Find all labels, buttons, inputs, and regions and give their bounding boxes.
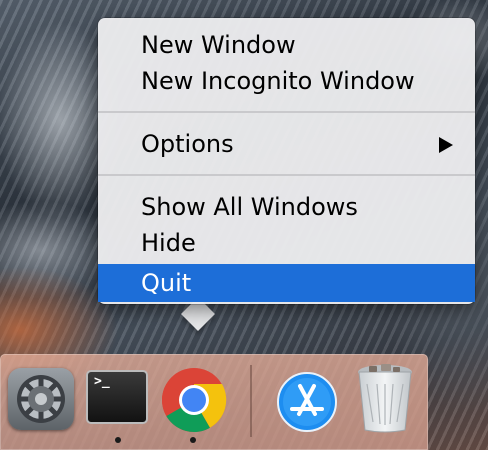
terminal-icon: >_ xyxy=(94,374,110,389)
chrome-icon xyxy=(162,368,227,432)
menu-item-hide[interactable]: Hide xyxy=(98,225,475,261)
dock-app-app-store[interactable] xyxy=(277,372,337,432)
trash-icon xyxy=(358,364,412,433)
menu-item-options-label: Options xyxy=(141,130,234,158)
chrome-dock-context-menu: New Window New Incognito Window Options … xyxy=(98,18,475,304)
running-indicator-chrome xyxy=(190,437,196,443)
dock-divider xyxy=(250,365,252,437)
dock-app-terminal[interactable]: >_ xyxy=(86,370,148,424)
dock-trash[interactable] xyxy=(355,362,415,434)
menu-item-new-incognito-window[interactable]: New Incognito Window xyxy=(98,63,475,99)
menu-item-show-all-windows[interactable]: Show All Windows xyxy=(98,189,475,225)
dock-app-system-preferences[interactable] xyxy=(8,368,74,430)
dock-app-google-chrome[interactable] xyxy=(160,366,228,434)
menu-separator xyxy=(98,174,475,176)
menu-item-quit[interactable]: Quit xyxy=(98,264,475,302)
gear-icon xyxy=(17,375,65,423)
menu-item-new-window[interactable]: New Window xyxy=(98,27,475,63)
running-indicator-terminal xyxy=(115,437,121,443)
menu-item-options[interactable]: Options xyxy=(98,126,475,162)
submenu-arrow-icon xyxy=(439,137,453,153)
app-store-icon xyxy=(277,372,337,432)
menu-separator xyxy=(98,111,475,113)
